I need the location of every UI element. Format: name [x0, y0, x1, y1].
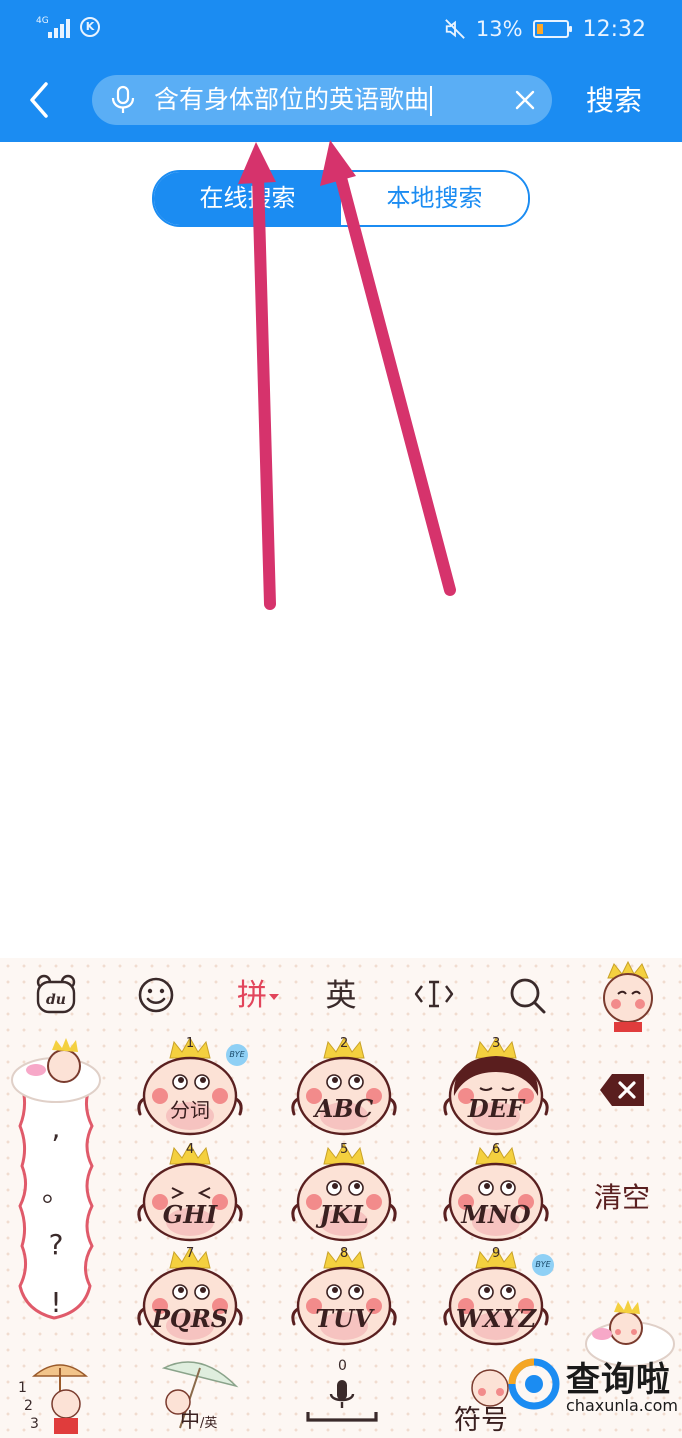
du-logo-icon[interactable]: du — [34, 972, 78, 1020]
key-9[interactable]: 9 WXYZ BYE — [436, 1246, 556, 1346]
keyboard-toolbar: du 拼 英 — [0, 958, 682, 1034]
k-badge-icon: K — [80, 17, 100, 37]
key-1[interactable]: 1 分词 BYE — [130, 1036, 250, 1136]
clock: 12:32 — [582, 16, 646, 42]
status-bar: 4G K 13% 12:32 — [0, 0, 682, 58]
switch-sub-label: /英 — [200, 1416, 218, 1431]
key-number: 6 — [492, 1142, 501, 1157]
chaxunla-logo-icon — [508, 1358, 560, 1410]
keyboard-search-icon[interactable] — [506, 972, 550, 1020]
search-input[interactable]: 含有身体部位的英语歌曲 — [92, 75, 552, 125]
cursor-move-icon[interactable] — [412, 972, 456, 1020]
bye-badge-icon: BYE — [226, 1044, 248, 1066]
backspace-icon[interactable] — [598, 1070, 648, 1110]
key-number: 3 — [492, 1036, 501, 1051]
key-label: DEF — [467, 1094, 525, 1123]
comma-key[interactable]: , — [36, 1112, 76, 1145]
pinyin-mode-button[interactable]: 拼 — [228, 972, 288, 1020]
voice-search-icon[interactable] — [110, 85, 136, 115]
top-app-bar: 4G K 13% 12:32 含有身体部位的英语歌曲 搜索 — [0, 0, 682, 142]
text-caret — [430, 86, 433, 116]
key-number: 8 — [340, 1246, 349, 1261]
clear-button[interactable]: 清空 — [594, 1176, 650, 1216]
umbrella-mascot-icon — [31, 1364, 89, 1434]
watermark-en: chaxunla.com — [566, 1396, 678, 1415]
key-4[interactable]: 4 GHI — [130, 1142, 250, 1242]
back-arrow-icon[interactable] — [20, 78, 60, 122]
nums-key-2: 2 — [24, 1398, 33, 1414]
tab-online-search[interactable]: 在线搜索 — [154, 172, 341, 225]
search-scope-tabs: 在线搜索 本地搜索 — [152, 170, 530, 227]
pinyin-label: 拼 — [237, 978, 267, 1013]
nums-key-1: 1 — [18, 1380, 27, 1396]
tab-local-search[interactable]: 本地搜索 — [341, 172, 528, 225]
key-3[interactable]: 3 DEF — [436, 1036, 556, 1136]
chinese-english-label: 中/英 — [180, 1404, 217, 1433]
exclamation-key[interactable]: ! — [36, 1286, 76, 1319]
key-label: TUV — [315, 1304, 373, 1333]
key-label: ABC — [314, 1094, 374, 1123]
watermark: 查询啦 chaxunla.com — [500, 1352, 682, 1438]
watermark-cn: 查询啦 — [566, 1360, 671, 1400]
key-label: JKL — [319, 1200, 369, 1229]
question-key[interactable]: ? — [36, 1228, 76, 1261]
space-voice-key[interactable]: 0 — [304, 1358, 380, 1430]
key-number: 9 — [492, 1246, 501, 1261]
clear-input-icon[interactable] — [512, 87, 538, 113]
period-key[interactable]: 。 — [36, 1170, 76, 1210]
punctuation-column: , 。 ? ! — [8, 1036, 104, 1326]
key-8[interactable]: 8 TUV — [284, 1246, 404, 1346]
key-label: PQRS — [151, 1304, 229, 1333]
bye-badge-icon: BYE — [532, 1254, 554, 1276]
key-number: 5 — [340, 1142, 349, 1157]
english-mode-button[interactable]: 英 — [318, 972, 364, 1020]
numbers-key[interactable]: 1 2 3 — [16, 1358, 96, 1438]
du-logo-text: du — [46, 992, 66, 1008]
key-label: 分词 — [170, 1098, 210, 1122]
nums-key-3: 3 — [30, 1416, 39, 1432]
battery-icon — [532, 20, 572, 38]
chinese-english-switch-key[interactable]: 中/英 — [150, 1358, 240, 1438]
microphone-icon — [306, 1380, 378, 1422]
search-button[interactable]: 搜索 — [586, 80, 642, 122]
emoji-icon[interactable] — [136, 972, 176, 1020]
key-label: WXYZ — [455, 1304, 537, 1333]
chevron-down-icon — [269, 993, 279, 1000]
key-number: 2 — [340, 1036, 349, 1051]
switch-main-label: 中 — [180, 1408, 200, 1432]
key-number: 1 — [186, 1036, 195, 1051]
search-query-text[interactable]: 含有身体部位的英语歌曲 — [154, 75, 433, 125]
mute-icon — [445, 19, 465, 39]
key-6[interactable]: 6 MNO — [436, 1142, 556, 1242]
key-2[interactable]: 2 ABC — [284, 1036, 404, 1136]
mascot-icon[interactable] — [588, 958, 668, 1038]
battery-percent: 13% — [475, 17, 523, 41]
key-label: MNO — [461, 1200, 531, 1229]
key-7[interactable]: 7 PQRS — [130, 1246, 250, 1346]
key-number: 7 — [186, 1246, 195, 1261]
signal-bars — [48, 18, 72, 38]
key-number: 4 — [186, 1142, 195, 1157]
search-query: 含有身体部位的英语歌曲 — [154, 85, 430, 114]
network-type: 4G — [36, 16, 49, 26]
key-label: GHI — [162, 1200, 218, 1229]
key-5[interactable]: 5 JKL — [284, 1142, 404, 1242]
